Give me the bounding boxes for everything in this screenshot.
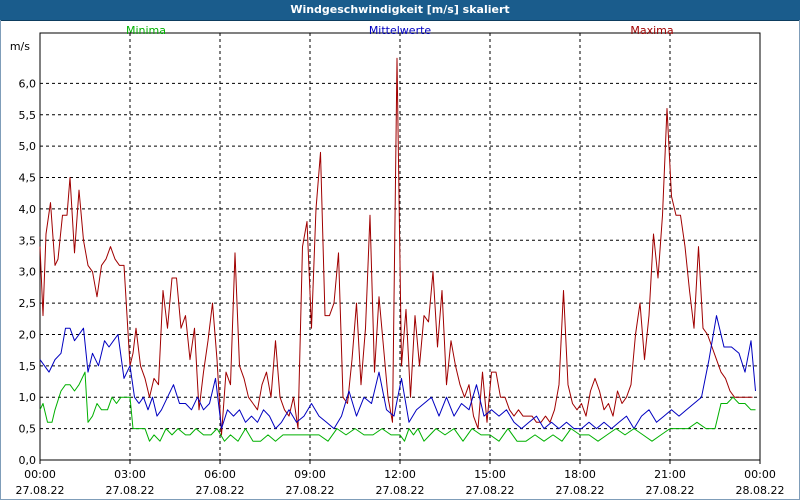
y-tick-label: 5,5 — [19, 109, 37, 122]
x-tick-date-label: 27.08.22 — [556, 484, 605, 497]
x-tick-date-label: 27.08.22 — [376, 484, 425, 497]
x-tick-date-label: 27.08.22 — [646, 484, 695, 497]
x-tick-date-label: 27.08.22 — [466, 484, 515, 497]
y-tick-label: 5,0 — [19, 140, 37, 153]
x-tick-date-label: 27.08.22 — [16, 484, 65, 497]
x-tick-time-label: 06:00 — [204, 468, 236, 481]
y-tick-label: 0,0 — [19, 454, 37, 467]
x-tick-time-label: 00:00 — [24, 468, 56, 481]
chart-plot: 0,00,51,01,52,02,53,03,54,04,55,05,56,0 … — [10, 24, 785, 497]
y-tick-label: 0,5 — [19, 423, 37, 436]
x-tick-time-label: 12:00 — [384, 468, 416, 481]
x-tick-time-label: 18:00 — [564, 468, 596, 481]
y-tick-label: 2,0 — [19, 328, 37, 341]
y-tick-label: 1,0 — [19, 391, 37, 404]
x-tick-date-label: 27.08.22 — [106, 484, 155, 497]
x-axis-ticks: 00:00 27.08.22 03:00 27.08.22 06:00 27.08.22 0… — [16, 460, 785, 497]
y-axis-ticks: 0,0 0,5 1,0 1,5 2,0 2,5 3,0 3,5 4,0 4,5 5,0 5,5 6,0 — [19, 77, 37, 467]
x-tick-time-label: 03:00 — [114, 468, 146, 481]
x-tick-time-label: 09:00 — [294, 468, 326, 481]
legend-maxima: Maxima — [630, 24, 673, 37]
y-tick-label: 1,5 — [19, 360, 37, 373]
x-tick-date-label: 27.08.22 — [196, 484, 245, 497]
y-tick-label: 4,0 — [19, 203, 37, 216]
legend-minima: Minima — [126, 24, 166, 37]
y-tick-label: 6,0 — [19, 77, 37, 90]
y-tick-label: 3,0 — [19, 266, 37, 279]
x-tick-date-label: 27.08.22 — [286, 484, 335, 497]
x-tick-time-label: 21:00 — [654, 468, 686, 481]
x-tick-time-label: 00:00 — [744, 468, 776, 481]
y-axis-label: m/s — [10, 40, 30, 53]
y-tick-label: 2,5 — [19, 297, 37, 310]
x-tick-date-label: 28.08.22 — [736, 484, 785, 497]
y-tick-label: 3,5 — [19, 234, 37, 247]
x-tick-time-label: 15:00 — [474, 468, 506, 481]
legend-mittelwerte: Mittelwerte — [369, 24, 432, 37]
y-tick-label: 4,5 — [19, 172, 37, 185]
